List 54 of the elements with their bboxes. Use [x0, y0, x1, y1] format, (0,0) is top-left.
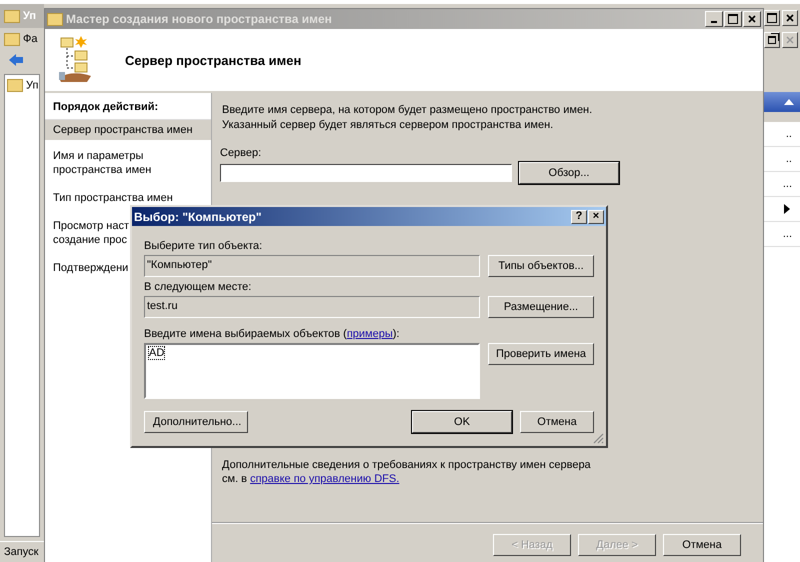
resize-grip-icon[interactable]	[592, 432, 604, 444]
collapse-icon[interactable]	[784, 99, 794, 105]
names-field[interactable]: AD	[144, 343, 480, 399]
action-item[interactable]: ..	[786, 128, 792, 140]
minimize-button[interactable]	[705, 11, 723, 27]
dialog-title: Выбор: "Компьютер"	[134, 210, 263, 224]
object-types-button[interactable]: Типы объектов...	[488, 255, 594, 277]
advanced-button[interactable]: Дополнительно...	[144, 411, 248, 433]
step-item[interactable]: Тип пространства имен	[45, 188, 211, 208]
action-item[interactable]: ..	[786, 153, 792, 165]
action-item[interactable]: ...	[782, 228, 792, 240]
folder-icon	[7, 79, 23, 92]
field-label: Сервер:	[220, 147, 262, 159]
window-title: Уп	[23, 10, 36, 22]
submenu-arrow-icon[interactable]	[784, 204, 790, 214]
instruction-text: Введите имя сервера, на котором будет размещено пространство имен. Указанный сервер будет являться сервером пространства имен.	[221, 103, 594, 133]
actions-header[interactable]	[762, 92, 800, 112]
action-item[interactable]: ...	[782, 178, 792, 190]
location-button[interactable]: Размещение...	[488, 296, 594, 318]
back-arrow-icon[interactable]	[8, 53, 24, 67]
folder-icon	[47, 12, 63, 26]
cancel-button[interactable]: Отмена	[520, 411, 594, 433]
close-button[interactable]	[782, 32, 798, 48]
step-item[interactable]: Имя и параметры пространства имен	[45, 146, 211, 180]
help-button[interactable]: ?	[571, 210, 587, 224]
close-icon	[786, 36, 794, 44]
page-heading: Сервер пространства имен	[125, 52, 302, 68]
folder-icon	[4, 32, 20, 46]
object-type-field: "Компьютер"	[144, 255, 480, 277]
examples-link[interactable]: примеры	[346, 328, 393, 340]
browse-button[interactable]: Обзор...	[519, 162, 619, 184]
wizard-button[interactable]: Отмена	[663, 534, 741, 556]
field-label: Выберите тип объекта:	[144, 240, 264, 252]
maximize-button[interactable]	[764, 10, 780, 26]
tree-item[interactable]: Уп	[26, 79, 38, 92]
close-button[interactable]: ×	[588, 210, 604, 224]
location-field: test.ru	[144, 296, 480, 318]
close-icon	[748, 15, 756, 23]
field-label: В следующем месте:	[144, 281, 252, 293]
ok-button[interactable]: OK	[412, 411, 512, 433]
server-field[interactable]	[220, 164, 512, 182]
info-text: Дополнительные сведения о требованиях к пространству имен сервера см. в справке по управлению DFS.	[221, 458, 592, 486]
maximize-button[interactable]	[724, 11, 742, 27]
close-button[interactable]	[743, 11, 761, 27]
restore-button[interactable]	[764, 32, 780, 48]
field-label: Введите имена выбираемых объектов (примеры):	[144, 328, 400, 340]
close-button[interactable]	[782, 10, 798, 26]
close-icon	[786, 14, 794, 22]
help-link[interactable]: справке по управлению DFS.	[250, 473, 400, 485]
window-title: Мастер создания нового пространства имен	[66, 12, 333, 26]
check-names-button[interactable]: Проверить имена	[488, 343, 594, 365]
folder-icon	[4, 10, 20, 22]
step-item[interactable]: Сервер пространства имен	[45, 120, 211, 140]
menu-item[interactable]: Фа	[23, 33, 38, 45]
